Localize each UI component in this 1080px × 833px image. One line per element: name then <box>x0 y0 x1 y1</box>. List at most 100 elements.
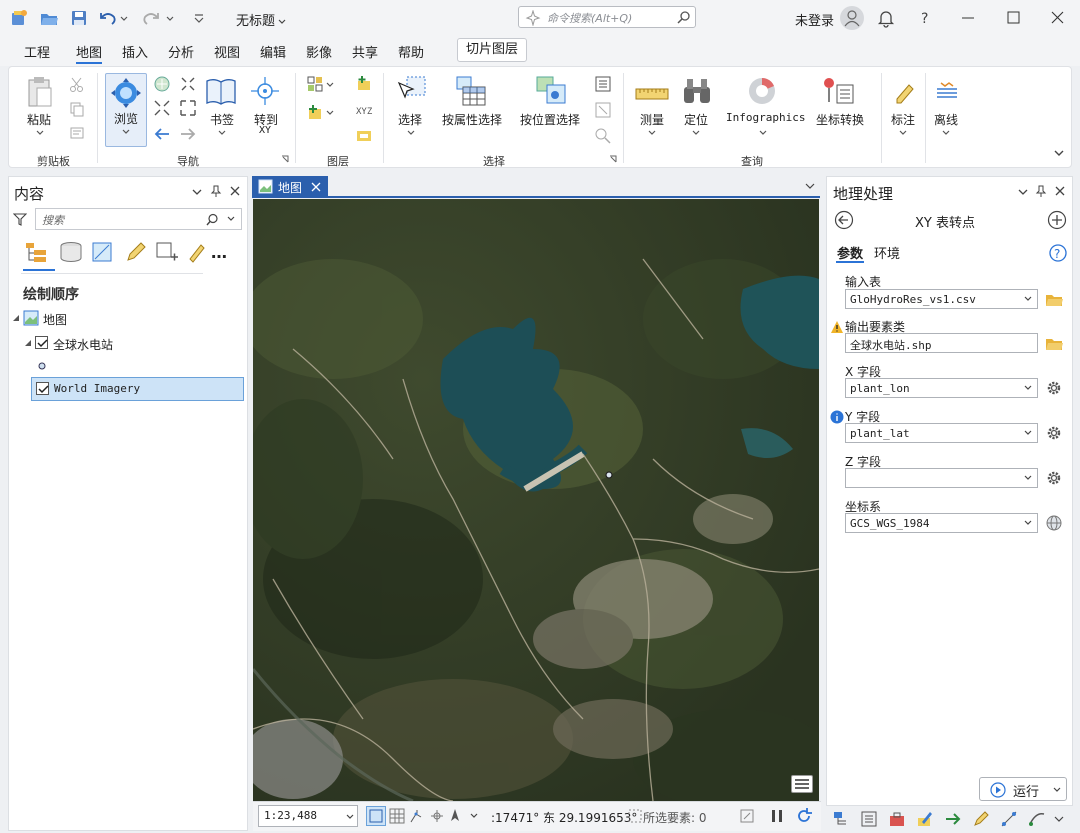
fixed-scale-icon[interactable] <box>366 806 386 826</box>
coordinate-system-select[interactable]: GCS_WGS_1984 <box>845 513 1038 533</box>
grid-icon[interactable] <box>389 808 405 824</box>
z-field-select[interactable] <box>845 468 1038 488</box>
zoom-to-layer-icon[interactable] <box>153 99 171 117</box>
measure-button[interactable] <box>635 77 669 107</box>
fixed-zoom-in-icon[interactable] <box>179 75 197 93</box>
infographics-button[interactable] <box>746 75 778 107</box>
collapse-triangle-icon[interactable] <box>23 338 33 348</box>
list-by-snapping-icon[interactable] <box>155 241 179 263</box>
output-features-input[interactable]: 全球水电站.shp <box>845 333 1038 353</box>
tree-row-world-imagery[interactable]: World Imagery <box>31 377 244 401</box>
pause-drawing-icon[interactable] <box>769 808 785 824</box>
tab-share[interactable]: 共享 <box>352 42 378 61</box>
close-tab-icon[interactable] <box>311 182 321 192</box>
full-extent-icon[interactable] <box>153 75 171 93</box>
bookmarks-button[interactable] <box>205 75 237 107</box>
tab-help[interactable]: 帮助 <box>398 42 424 61</box>
select-button[interactable] <box>395 75 427 107</box>
minimize-icon[interactable] <box>958 8 978 28</box>
browse-folder-icon[interactable] <box>1045 290 1063 308</box>
basemap-icon[interactable] <box>307 75 339 93</box>
list-by-selection-icon[interactable] <box>91 241 115 263</box>
help-icon[interactable]: ? <box>916 8 936 28</box>
add-icon[interactable] <box>1047 210 1067 230</box>
run-button[interactable]: 运行 <box>979 777 1067 801</box>
tool-help-icon[interactable]: ? <box>1049 244 1067 262</box>
map-canvas[interactable] <box>253 199 819 801</box>
tree-row-hydropower[interactable]: 全球水电站 <box>11 333 241 355</box>
x-field-select[interactable]: plant_lon <box>845 378 1038 398</box>
tab-edit[interactable]: 编辑 <box>260 42 286 61</box>
command-search-input[interactable]: 命令搜索(Alt+Q) <box>518 6 696 28</box>
undo-icon[interactable] <box>98 9 128 27</box>
browse-folder-icon[interactable] <box>1045 334 1063 352</box>
open-folder-icon[interactable] <box>40 9 58 27</box>
labeling-pane-icon[interactable] <box>972 810 990 828</box>
list-by-editing-icon[interactable] <box>125 241 147 263</box>
attributes-pane-icon[interactable] <box>860 810 878 828</box>
document-title[interactable]: 无标题 <box>236 10 287 29</box>
goto-xy-button[interactable] <box>249 75 281 107</box>
tab-list-chevron-icon[interactable] <box>804 182 816 192</box>
gear-icon[interactable] <box>1045 424 1063 442</box>
save-icon[interactable] <box>70 9 88 27</box>
explore-button[interactable]: 浏览 <box>105 73 147 147</box>
edit-vertices-icon[interactable] <box>1000 810 1018 828</box>
tab-map-view[interactable]: 地图 <box>252 176 328 198</box>
gear-icon[interactable] <box>1045 379 1063 397</box>
filter-icon[interactable] <box>13 212 27 226</box>
tab-analysis[interactable]: 分析 <box>168 42 194 61</box>
attributes-icon[interactable] <box>594 75 612 93</box>
login-status[interactable]: 未登录 <box>795 10 834 29</box>
chevron-down-icon[interactable] <box>469 812 479 820</box>
notification-bell-icon[interactable] <box>876 8 896 28</box>
list-by-source-icon[interactable] <box>59 241 83 263</box>
north-arrow-icon[interactable] <box>447 808 463 824</box>
pane-overflow-icon[interactable] <box>1052 810 1066 828</box>
refresh-icon[interactable] <box>795 807 813 825</box>
tab-view[interactable]: 视图 <box>214 42 240 61</box>
catalog-icon[interactable] <box>832 810 850 828</box>
y-field-select[interactable]: plant_lat <box>845 423 1038 443</box>
close-pane-icon[interactable] <box>229 185 241 197</box>
toolbox-icon[interactable] <box>888 810 906 828</box>
tab-tile-layer[interactable]: 切片图层 <box>457 38 527 62</box>
back-arrow-icon[interactable] <box>834 210 854 230</box>
zoom-to-selection-icon[interactable] <box>594 127 612 145</box>
tab-project[interactable]: 工程 <box>24 42 50 61</box>
contents-search-input[interactable]: 搜索 <box>35 208 242 230</box>
dialog-launcher-icon[interactable] <box>609 155 617 163</box>
previous-extent-icon[interactable] <box>153 125 171 143</box>
xy-data-icon[interactable]: XYZ <box>355 101 373 119</box>
constraints-icon[interactable] <box>429 808 445 824</box>
map-overlay-toggle-icon[interactable] <box>791 775 813 793</box>
snapping-icon[interactable] <box>409 808 425 824</box>
clear-selection-icon[interactable] <box>739 808 755 824</box>
layer-visibility-checkbox[interactable] <box>35 336 48 349</box>
select-by-attributes-button[interactable] <box>455 75 487 107</box>
add-data-icon[interactable] <box>307 103 339 121</box>
pane-options-icon[interactable] <box>1017 186 1029 198</box>
tab-imagery[interactable]: 影像 <box>306 42 332 61</box>
paste-button[interactable] <box>23 75 57 109</box>
copy-path-icon[interactable] <box>69 125 85 141</box>
list-by-drawing-order-icon[interactable] <box>24 241 50 263</box>
redo-icon[interactable] <box>143 9 174 27</box>
maximize-icon[interactable] <box>1004 8 1024 28</box>
customize-qat-icon[interactable] <box>192 9 210 27</box>
fixed-zoom-out-icon[interactable] <box>179 99 197 117</box>
route-icon[interactable] <box>1028 810 1046 828</box>
tab-map[interactable]: 地图 <box>76 42 102 61</box>
coordinate-convert-button[interactable] <box>821 75 855 107</box>
label-button[interactable] <box>893 79 917 105</box>
locate-button[interactable] <box>681 75 713 107</box>
more-options-icon[interactable]: … <box>211 243 227 262</box>
offline-button[interactable] <box>935 79 959 105</box>
globe-icon[interactable] <box>1045 514 1063 532</box>
scale-selector[interactable]: 1:23,488 <box>258 805 358 827</box>
selection-filter-icon[interactable] <box>627 808 643 824</box>
avatar[interactable] <box>840 6 864 30</box>
tab-parameters[interactable]: 参数 <box>837 243 863 262</box>
run-arrow-icon[interactable] <box>944 810 962 828</box>
input-table-select[interactable]: GloHydroRes_vs1.csv <box>845 289 1038 309</box>
